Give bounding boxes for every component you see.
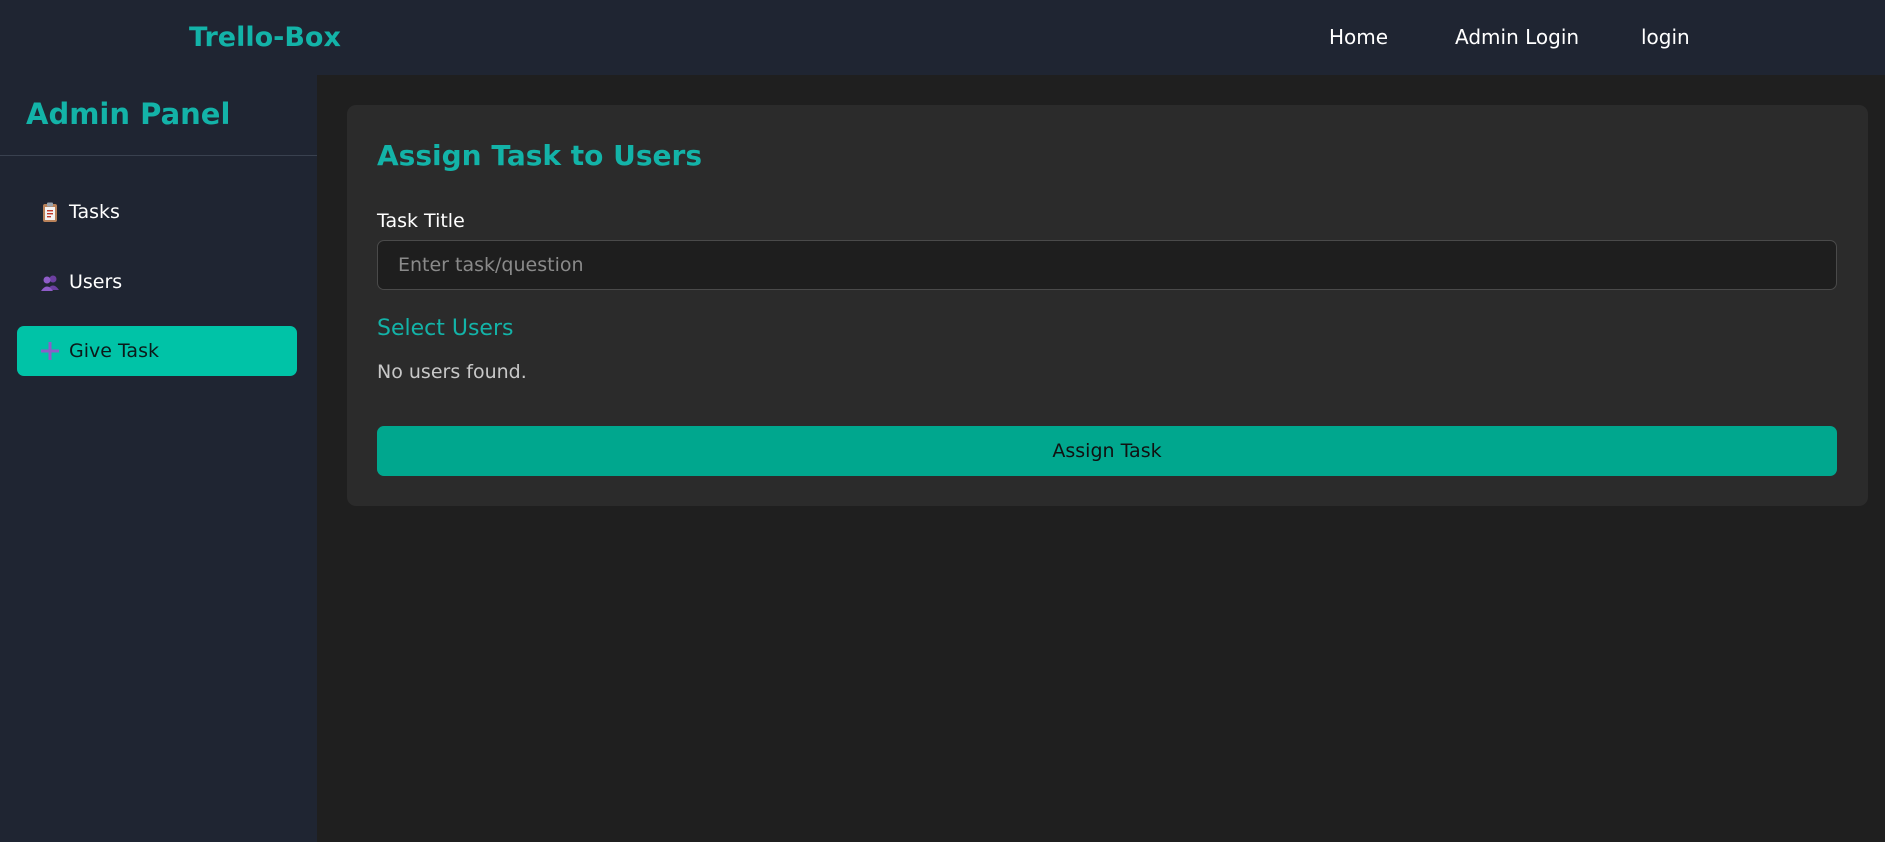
task-title-label: Task Title [377,210,465,232]
assign-task-button[interactable]: Assign Task [377,426,1837,476]
sidebar-title: Admin Panel [26,97,231,131]
sidebar-item-tasks[interactable]: Tasks [17,187,297,237]
sidebar-item-label: Give Task [69,340,159,362]
sidebar-divider [0,155,317,156]
select-users-heading: Select Users [377,316,514,341]
sidebar-item-label: Users [69,271,123,293]
users-icon [39,271,61,293]
sidebar-item-give-task[interactable]: Give Task [17,326,297,376]
nav-link-home[interactable]: Home [1329,0,1388,75]
nav-link-admin-login[interactable]: Admin Login [1455,0,1579,75]
nav-link-login[interactable]: login [1641,0,1690,75]
assign-task-card: Assign Task to Users Task Title Select U… [347,105,1868,506]
sidebar-item-label: Tasks [69,201,120,223]
sidebar: Admin Panel Tasks Users Give Task [0,75,317,842]
sidebar-item-users[interactable]: Users [17,257,297,307]
plus-icon [39,340,61,362]
brand-logo[interactable]: Trello-Box [189,0,341,75]
no-users-message: No users found. [377,361,527,383]
task-title-input[interactable] [377,240,1837,290]
top-navbar: Trello-Box Home Admin Login login [0,0,1885,75]
page-title: Assign Task to Users [377,139,702,172]
clipboard-icon [39,201,61,223]
